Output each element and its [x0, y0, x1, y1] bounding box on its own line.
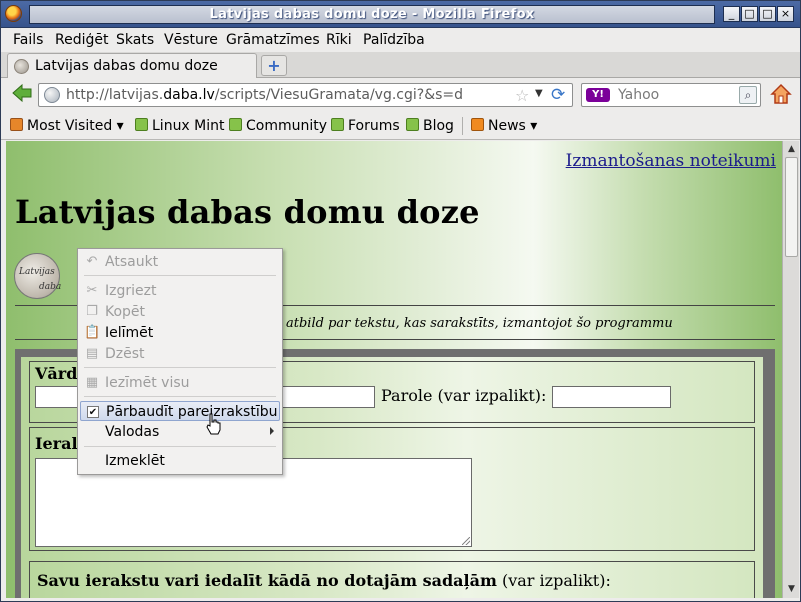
name-label: Vārd [35, 364, 78, 383]
back-arrow-icon [12, 83, 32, 103]
menu-skats[interactable]: Skats [116, 32, 154, 48]
minimize-button[interactable]: _ [723, 6, 740, 22]
site-favicon-icon [14, 59, 29, 74]
disclaimer-text: atbild par tekstu, kas sarakstīts, izman… [286, 316, 673, 331]
home-icon[interactable] [769, 82, 793, 106]
menu-item-label: Izgriezt [105, 283, 157, 299]
password-input[interactable] [552, 386, 671, 408]
close-button[interactable]: × [777, 6, 794, 22]
menu-item-cut[interactable]: ✂ Izgriezt [80, 281, 280, 301]
menu-palidziba[interactable]: Palīdzība [363, 32, 425, 48]
menu-item-delete[interactable]: ▤ Dzēst [80, 344, 280, 364]
undo-icon: ↶ [86, 254, 98, 269]
menu-separator [84, 446, 276, 447]
checkmark-icon: ✔ [87, 406, 99, 418]
title-bar[interactable]: Latvijas dabas domu doze - Mozilla Firef… [1, 1, 800, 28]
bookmark-community[interactable]: Community [229, 118, 327, 134]
menu-item-label: Izmeklēt [105, 453, 165, 469]
mint-icon [331, 118, 344, 131]
paste-icon: 📋 [84, 325, 101, 340]
menu-item-undo[interactable]: ↶ Atsaukt [80, 252, 280, 272]
mint-icon [229, 118, 242, 131]
menu-item-inspect[interactable]: Izmeklēt [80, 451, 280, 471]
window-title: Latvijas dabas domu doze - Mozilla Firef… [29, 5, 715, 24]
most-visited-icon [10, 118, 23, 131]
scissors-icon: ✂ [86, 283, 98, 298]
menu-item-label: Atsaukt [105, 254, 159, 270]
search-bar[interactable]: Y! Yahoo ⌕ [581, 83, 761, 107]
menu-rediget[interactable]: Rediģēt [55, 32, 108, 48]
menu-item-copy[interactable]: ❐ Kopēt [80, 302, 280, 322]
bookmark-news[interactable]: News ▾ [471, 118, 537, 134]
rss-icon [471, 118, 484, 131]
context-menu: ↶ Atsaukt ✂ Izgriezt ❐ Kopēt 📋 Ielīmēt ▤… [77, 248, 283, 475]
menu-item-label: Ielīmēt [105, 325, 154, 341]
menu-gramatzimes[interactable]: Grāmatzīmes [226, 32, 320, 48]
reload-icon[interactable]: ⟳ [551, 85, 565, 105]
new-tab-button[interactable]: + [261, 55, 287, 76]
menu-item-select-all[interactable]: ▦ Iezīmēt visu [80, 373, 280, 393]
restore-button[interactable]: □ [759, 6, 776, 22]
bookmark-star-icon[interactable]: ☆ [515, 86, 529, 105]
select-all-icon: ▦ [85, 375, 99, 390]
scroll-thumb[interactable] [785, 157, 798, 257]
menu-separator [84, 275, 276, 276]
search-icon[interactable]: ⌕ [739, 86, 757, 104]
section-fieldset: Savu ierakstu vari iedalīt kādā no dotaj… [29, 561, 755, 598]
bookmark-separator [462, 117, 463, 135]
menu-item-paste[interactable]: 📋 Ielīmēt [80, 323, 280, 343]
menu-item-label: Kopēt [105, 304, 146, 320]
delete-icon: ▤ [85, 346, 99, 361]
tab-bar: Latvijas dabas domu doze + [1, 52, 800, 79]
menu-item-label: Dzēst [105, 346, 145, 362]
entry-label: Ieral [35, 434, 78, 453]
bookmark-blog[interactable]: Blog [406, 118, 454, 134]
bookmarks-toolbar: Most Visited ▾ Linux Mint Community Foru… [1, 112, 800, 140]
url-bar[interactable]: http://latvijas.daba.lv/scripts/ViesuGra… [38, 83, 573, 107]
menu-vesture[interactable]: Vēsture [164, 32, 218, 48]
menu-fails[interactable]: Fails [13, 32, 43, 48]
menu-bar: Fails Rediģēt Skats Vēsture Grāmatzīmes … [1, 28, 800, 52]
bookmark-forums[interactable]: Forums [331, 118, 400, 134]
bookmark-most-visited[interactable]: Most Visited ▾ [10, 118, 124, 134]
search-placeholder: Yahoo [618, 87, 660, 103]
site-logo[interactable]: Latvijas daba [14, 253, 62, 299]
menu-item-label: Iezīmēt visu [105, 375, 190, 391]
menu-item-label: Pārbaudīt pareizrakstību [106, 404, 278, 420]
hand-cursor-icon [206, 413, 221, 435]
submenu-arrow-icon [270, 427, 274, 435]
maximize-button[interactable]: □ [741, 6, 758, 22]
menu-separator [84, 396, 276, 397]
scroll-down-icon[interactable]: ▼ [785, 582, 798, 596]
copy-icon: ❐ [86, 304, 98, 319]
password-label: Parole (var izpalikt): [381, 386, 547, 405]
globe-icon [44, 87, 60, 103]
menu-item-label: Valodas [105, 424, 160, 440]
scroll-up-icon[interactable]: ▲ [785, 142, 798, 156]
tab-latvijas-dabas[interactable]: Latvijas dabas domu doze [7, 53, 257, 79]
menu-item-spellcheck[interactable]: ✔ Pārbaudīt pareizrakstību [80, 401, 280, 421]
back-button[interactable] [9, 83, 35, 107]
bookmark-linux-mint[interactable]: Linux Mint [135, 118, 225, 134]
url-text: http://latvijas.daba.lv/scripts/ViesuGra… [66, 87, 464, 103]
menu-riki[interactable]: Rīki [326, 32, 352, 48]
section-label: Savu ierakstu vari iedalīt kādā no dotaj… [37, 571, 611, 590]
page-title: Latvijas dabas domu doze [15, 193, 480, 231]
menu-separator [84, 367, 276, 368]
browser-window: Latvijas dabas domu doze - Mozilla Firef… [0, 0, 801, 602]
logo-text-line2: daba [39, 282, 62, 292]
mint-icon [406, 118, 419, 131]
yahoo-engine-icon[interactable]: Y! [586, 88, 610, 102]
firefox-icon [5, 5, 22, 22]
terms-of-use-link[interactable]: Izmantošanas noteikumi [566, 151, 776, 171]
navigation-bar: http://latvijas.daba.lv/scripts/ViesuGra… [1, 78, 800, 112]
logo-text-line1: Latvijas [19, 267, 55, 277]
history-dropdown-icon[interactable]: ▼ [535, 88, 543, 99]
page-scrollbar[interactable]: ▲ ▼ [782, 141, 799, 598]
menu-item-languages[interactable]: Valodas [80, 422, 280, 442]
tab-label: Latvijas dabas domu doze [35, 58, 218, 74]
mint-icon [135, 118, 148, 131]
